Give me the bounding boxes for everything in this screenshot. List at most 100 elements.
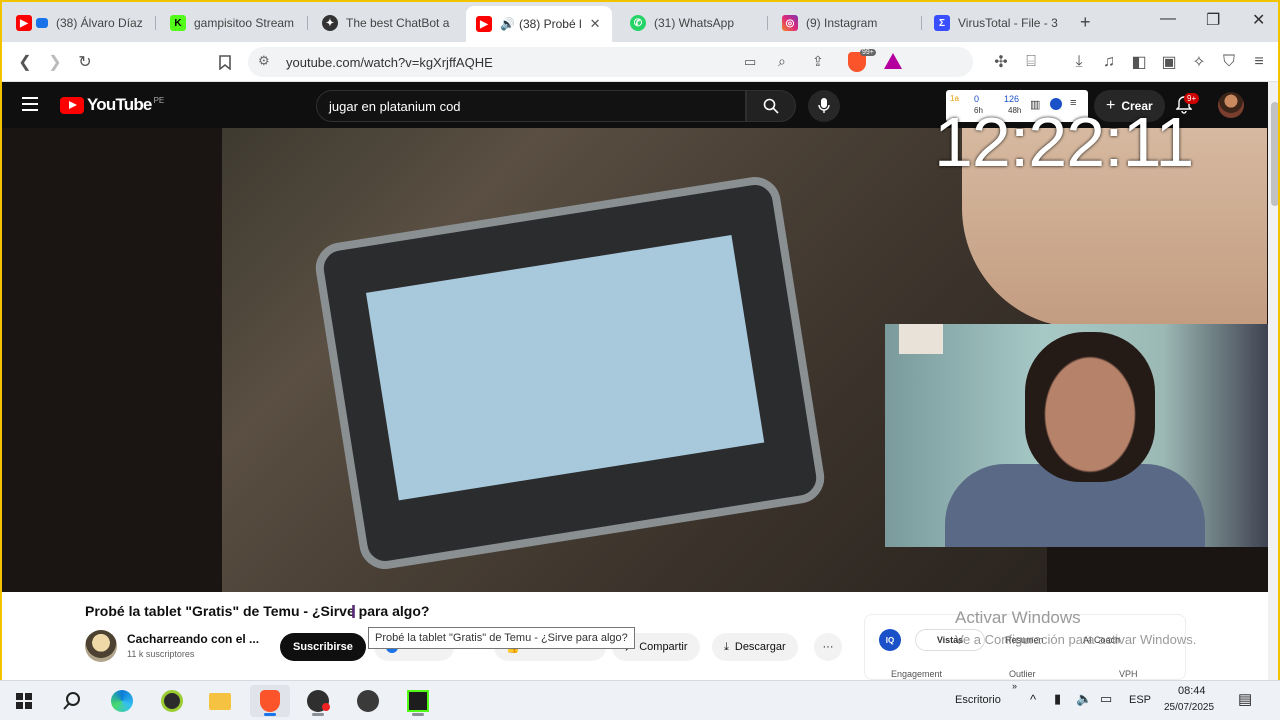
download-icon[interactable]: ⤓	[1068, 51, 1090, 73]
edge-icon	[111, 690, 133, 712]
brave-rewards-icon[interactable]	[884, 53, 902, 69]
video-title[interactable]: Probé la tablet "Gratis" de Temu - ¿Sirv…	[85, 603, 429, 619]
sidebar-icon[interactable]: ◧	[1128, 51, 1150, 73]
toolbar-expand-icon[interactable]: »	[1012, 681, 1017, 691]
download-label: Descargar	[734, 641, 786, 653]
browser-menu-icon[interactable]: ≡	[1248, 51, 1270, 73]
reload-icon[interactable]: ↻	[74, 51, 96, 73]
tab-label: The best ChatBot a	[346, 16, 450, 30]
terminal-icon	[407, 690, 429, 712]
tab-youtube-alvaro[interactable]: ▶ (38) Álvaro Díaz	[6, 8, 156, 38]
webcam-overlay	[885, 324, 1278, 547]
desktop-toolbar-label[interactable]: Escritorio	[955, 694, 1001, 706]
activation-subtitle: Ve a Configuración para activar Windows.	[955, 632, 1197, 647]
clock-time[interactable]: 08:44	[1178, 685, 1206, 697]
language-indicator[interactable]: ESP	[1129, 694, 1151, 706]
title-tooltip: Probé la tablet "Gratis" de Temu - ¿Sirv…	[368, 627, 635, 649]
tab-label: (31) WhatsApp	[654, 16, 735, 30]
channel-name[interactable]: Cacharreando con el ...	[127, 632, 259, 646]
wallet-icon[interactable]: ▣	[1158, 51, 1180, 73]
youtube-play-icon	[60, 96, 84, 114]
share-label: Compartir	[639, 641, 688, 653]
recording-dot-icon	[322, 703, 330, 711]
leo-ai-icon[interactable]: ✧	[1188, 51, 1210, 73]
url-text: youtube.com/watch?v=kgXrjffAQHE	[286, 55, 493, 70]
microphone-icon	[818, 98, 830, 113]
bookmark-icon[interactable]	[214, 51, 236, 73]
tab-label: gampisitoo Stream	[194, 16, 295, 30]
download-arrow-icon: ⤓	[724, 640, 729, 653]
text-cursor-icon: I	[351, 602, 357, 622]
channel-avatar[interactable]	[85, 630, 117, 662]
metric-outlier: Outlier	[1009, 669, 1036, 679]
more-actions-button[interactable]: ···	[814, 633, 842, 661]
back-icon[interactable]: ❮	[14, 51, 36, 73]
kick-icon: K	[170, 15, 186, 31]
zoom-icon[interactable]: ⌕	[778, 53, 786, 70]
search-input[interactable]: jugar en platanium cod	[316, 90, 746, 122]
start-button[interactable]	[4, 685, 44, 717]
taskbar-app-terminal[interactable]	[398, 685, 438, 717]
search-button[interactable]	[746, 90, 796, 122]
vpn-icon[interactable]: ⛉	[1218, 51, 1240, 73]
site-settings-icon[interactable]: ⚙	[258, 53, 270, 69]
atom-icon	[357, 690, 379, 712]
taskbar-edge[interactable]	[102, 685, 142, 717]
restore-icon[interactable]: ❐	[1206, 10, 1220, 30]
account-avatar[interactable]	[1218, 92, 1244, 118]
notification-center-icon[interactable]: ▤	[1238, 690, 1252, 708]
new-tab-icon[interactable]: +	[1080, 12, 1091, 33]
subscribe-button[interactable]: Suscribirse	[280, 633, 366, 661]
tab-instagram[interactable]: ◎ (9) Instagram	[772, 8, 922, 38]
address-bar[interactable]: ⚙ youtube.com/watch?v=kgXrjffAQHE ▭ ⌕ ⇪ …	[248, 47, 973, 77]
tab-search-icon[interactable]: ⌸	[1020, 51, 1042, 73]
scrollbar-thumb[interactable]	[1271, 102, 1278, 206]
share-icon[interactable]: ⇪	[812, 53, 824, 70]
taskbar-search-button[interactable]	[52, 685, 92, 717]
hamburger-menu-icon[interactable]	[22, 97, 38, 111]
tab-virustotal[interactable]: Σ VirusTotal - File - 3	[924, 8, 1070, 38]
cast-icon[interactable]: ▭	[744, 54, 756, 70]
windows-activation-watermark: Activar Windows Ve a Configuración para …	[955, 608, 1196, 647]
video-details: Probé la tablet "Gratis" de Temu - ¿Sirv…	[2, 592, 1268, 680]
taskbar-app-circle[interactable]	[152, 685, 192, 717]
media-icon	[36, 18, 48, 28]
minimize-icon[interactable]: —	[1160, 10, 1176, 28]
browser-window: ▶ (38) Álvaro Díaz K gampisitoo Stream ✦…	[0, 0, 1280, 720]
close-tab-icon[interactable]: ✕	[590, 16, 601, 32]
tab-kick-stream[interactable]: K gampisitoo Stream	[160, 8, 308, 38]
taskbar-obs[interactable]	[298, 685, 338, 717]
close-window-icon[interactable]: ✕	[1252, 10, 1265, 30]
iq-logo: IQ	[879, 629, 901, 651]
xbox-icon	[161, 690, 183, 712]
search-icon	[63, 692, 80, 710]
tab-chatbot[interactable]: ✦ The best ChatBot a	[312, 8, 462, 38]
taskbar-app-atom[interactable]	[348, 685, 388, 717]
forward-icon[interactable]: ❯	[44, 51, 66, 73]
page-scrollbar[interactable]	[1268, 82, 1278, 682]
metric-engagement: Engagement	[891, 669, 943, 679]
tab-whatsapp[interactable]: ✆ (31) WhatsApp	[620, 8, 768, 38]
folder-icon	[209, 692, 231, 710]
tab-youtube-active[interactable]: ▶ 🔊 (38) Probé l ✕	[466, 6, 612, 42]
extensions-icon[interactable]: ✣	[990, 51, 1012, 73]
tray-chevron-icon[interactable]: ^	[1030, 692, 1036, 707]
tab-label: (9) Instagram	[806, 16, 878, 30]
media-control-icon[interactable]: ♫	[1098, 51, 1120, 73]
volume-icon[interactable]: 🔈	[1076, 691, 1092, 707]
youtube-logo[interactable]: YouTube PE	[60, 95, 164, 115]
download-button[interactable]: ⤓ Descargar	[712, 633, 798, 661]
overlay-clock: 12:22:11	[934, 103, 1194, 181]
webcam-poster	[899, 324, 943, 354]
network-icon[interactable]: ▭	[1100, 691, 1112, 707]
taskbar-brave[interactable]	[250, 685, 290, 717]
voice-search-button[interactable]	[808, 90, 840, 122]
windows-logo-icon	[16, 693, 32, 709]
taskbar-file-explorer[interactable]	[200, 685, 240, 717]
browser-toolbar: ❮ ❯ ↻ ⚙ youtube.com/watch?v=kgXrjffAQHE …	[2, 42, 1278, 82]
tab-label: VirusTotal - File - 3	[958, 16, 1058, 30]
clock-date[interactable]: 25/07/2025	[1164, 702, 1214, 713]
microphone-tray-icon[interactable]: ▮	[1054, 691, 1061, 707]
tab-strip: ▶ (38) Álvaro Díaz K gampisitoo Stream ✦…	[2, 2, 1278, 42]
tab-label: (38) Álvaro Díaz	[56, 16, 143, 30]
